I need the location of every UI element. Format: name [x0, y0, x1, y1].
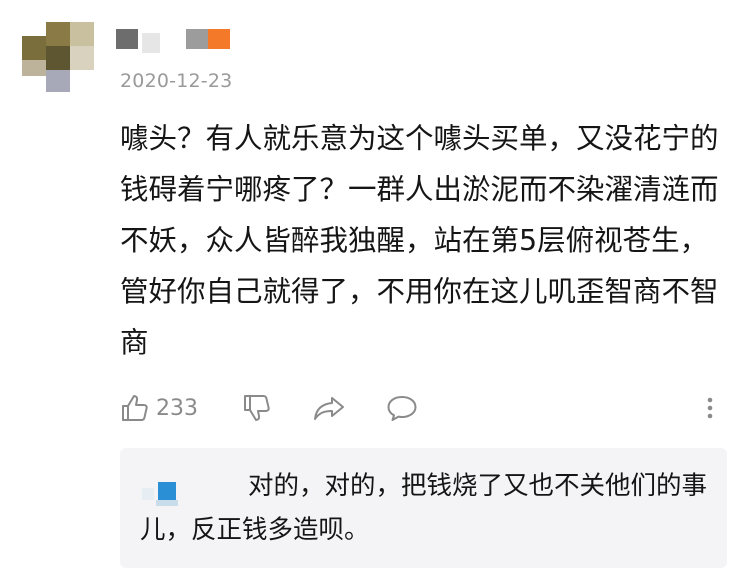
comment-bubble-icon	[386, 393, 418, 423]
thumbs-down-icon	[242, 393, 272, 423]
username[interactable]	[116, 27, 236, 53]
share-button[interactable]	[313, 388, 345, 428]
avatar[interactable]	[22, 22, 94, 94]
more-vertical-icon	[704, 393, 716, 423]
comment-text: 噱头？有人就乐意为这个噱头买单，又没花宁的钱碍着宁哪疼了？一群人出淤泥而不染濯清…	[120, 122, 719, 359]
more-options-button[interactable]	[704, 388, 716, 428]
share-arrow-icon	[313, 393, 345, 423]
comment-actions: 233	[120, 388, 730, 428]
reply-text: 对的，对的，把钱烧了又也不关他们的事儿，反正钱多造呗。	[140, 471, 708, 545]
reply-button[interactable]	[386, 388, 418, 428]
like-button[interactable]: 233	[120, 388, 198, 428]
thumbs-up-icon	[120, 393, 150, 423]
like-count: 233	[156, 395, 198, 421]
comment-date: 2020-12-23	[120, 70, 233, 92]
dislike-button[interactable]	[242, 388, 272, 428]
reply-preview[interactable]: 对的，对的，把钱烧了又也不关他们的事儿，反正钱多造呗。	[120, 448, 727, 568]
